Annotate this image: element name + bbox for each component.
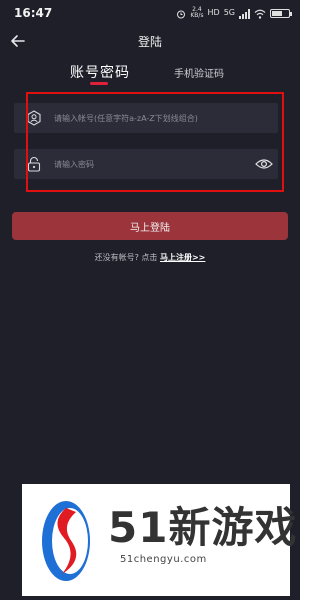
watermark: 51新游戏 51chengyu.com [22,484,296,596]
login-button[interactable]: 马上登陆 [12,212,288,240]
tab-account-password[interactable]: 账号密码 [70,62,130,82]
register-prompt-line: 还没有帐号? 点击 马上注册>> [0,252,300,263]
tab-phone-code[interactable]: 手机验证码 [174,65,224,80]
signal-label: 5G [223,8,235,17]
watermark-title: 51新游戏 [108,503,298,552]
battery-icon [270,8,292,18]
status-time: 16:47 [14,6,53,20]
battery-level [272,10,282,16]
register-link[interactable]: 马上注册>> [160,253,205,262]
highlight-annotation-box [26,92,284,192]
register-prompt: 还没有帐号? 点击 [94,253,158,262]
status-icons: 2.4 KB/s HD 5G [176,6,292,19]
wifi-icon [254,4,266,23]
network-speed: 2.4 KB/s [190,6,204,19]
hd-badge: HD [207,8,220,17]
watermark-logo-icon [40,498,96,584]
page-title: 登陆 [137,35,162,49]
active-tab-indicator [90,82,108,85]
status-bar: 16:47 2.4 KB/s HD 5G [0,0,300,26]
signal-bars-icon [239,4,250,23]
alarm-icon [176,4,186,23]
watermark-url: 51chengyu.com [120,554,207,565]
